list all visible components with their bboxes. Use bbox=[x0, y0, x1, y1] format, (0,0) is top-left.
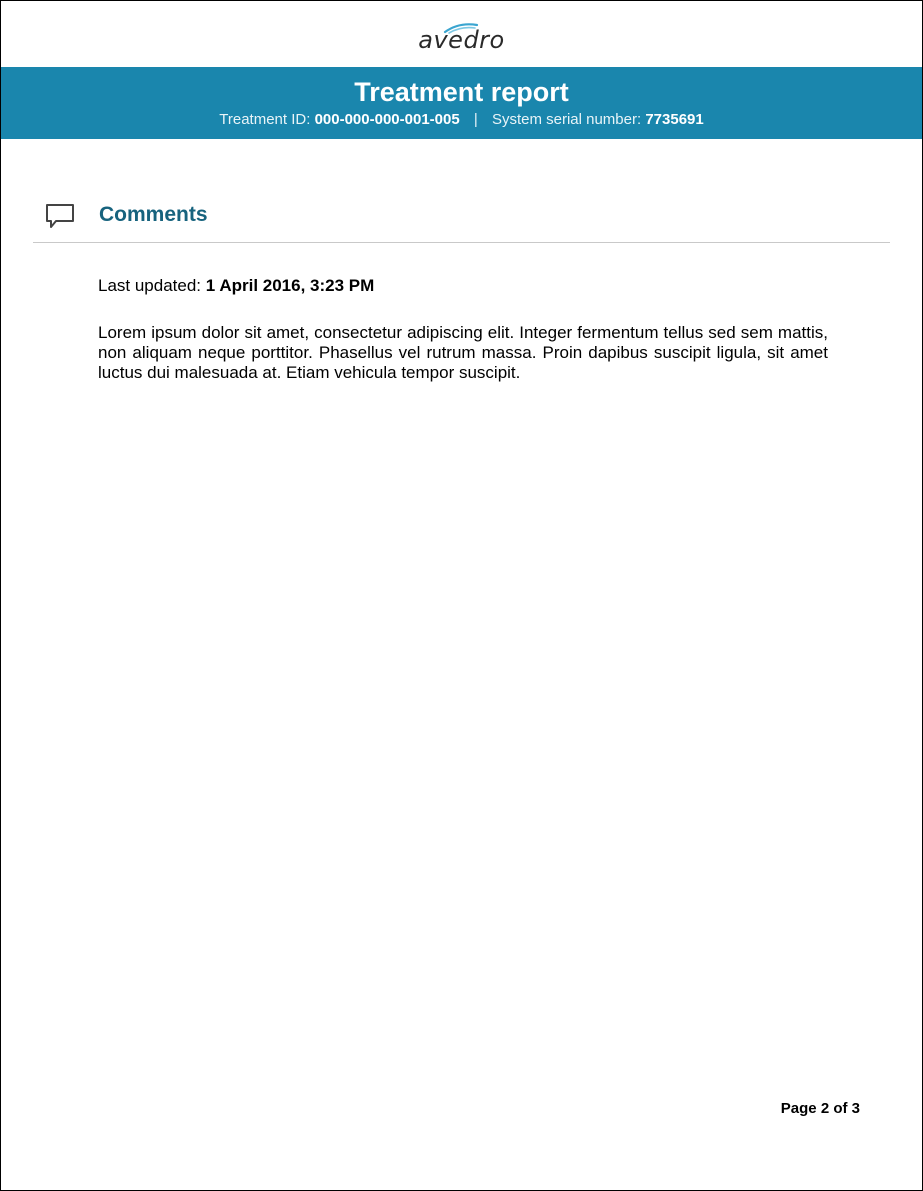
speech-bubble-icon bbox=[46, 204, 74, 228]
company-logo: avedro bbox=[418, 26, 505, 54]
last-updated-value: 1 April 2016, 3:23 PM bbox=[205, 276, 375, 295]
report-title: Treatment report bbox=[354, 77, 569, 107]
page-number: Page 2 of 3 bbox=[780, 1100, 860, 1117]
subtitle-separator: | bbox=[473, 111, 478, 128]
last-updated-label: Last updated: bbox=[98, 276, 202, 295]
serial-number-label: System serial number: bbox=[491, 111, 642, 128]
report-page: avedro Treatment report Treatment ID: 00… bbox=[0, 0, 923, 1191]
section-title: Comments bbox=[99, 203, 208, 226]
comments-section-header: Comments bbox=[33, 194, 890, 243]
report-header: Treatment report Treatment ID: 000-000-0… bbox=[1, 67, 922, 139]
logo-area: avedro bbox=[1, 1, 922, 67]
treatment-id-value: 000-000-000-001-005 bbox=[314, 111, 460, 128]
serial-number-value: 7735691 bbox=[645, 111, 704, 128]
comment-body: Lorem ipsum dolor sit amet, consectetur … bbox=[98, 323, 828, 382]
report-subtitle: Treatment ID: 000-000-000-001-005 | Syst… bbox=[1, 111, 922, 129]
treatment-id-label: Treatment ID: bbox=[219, 111, 311, 128]
last-updated: Last updated: 1 April 2016, 3:23 PM bbox=[98, 276, 374, 296]
